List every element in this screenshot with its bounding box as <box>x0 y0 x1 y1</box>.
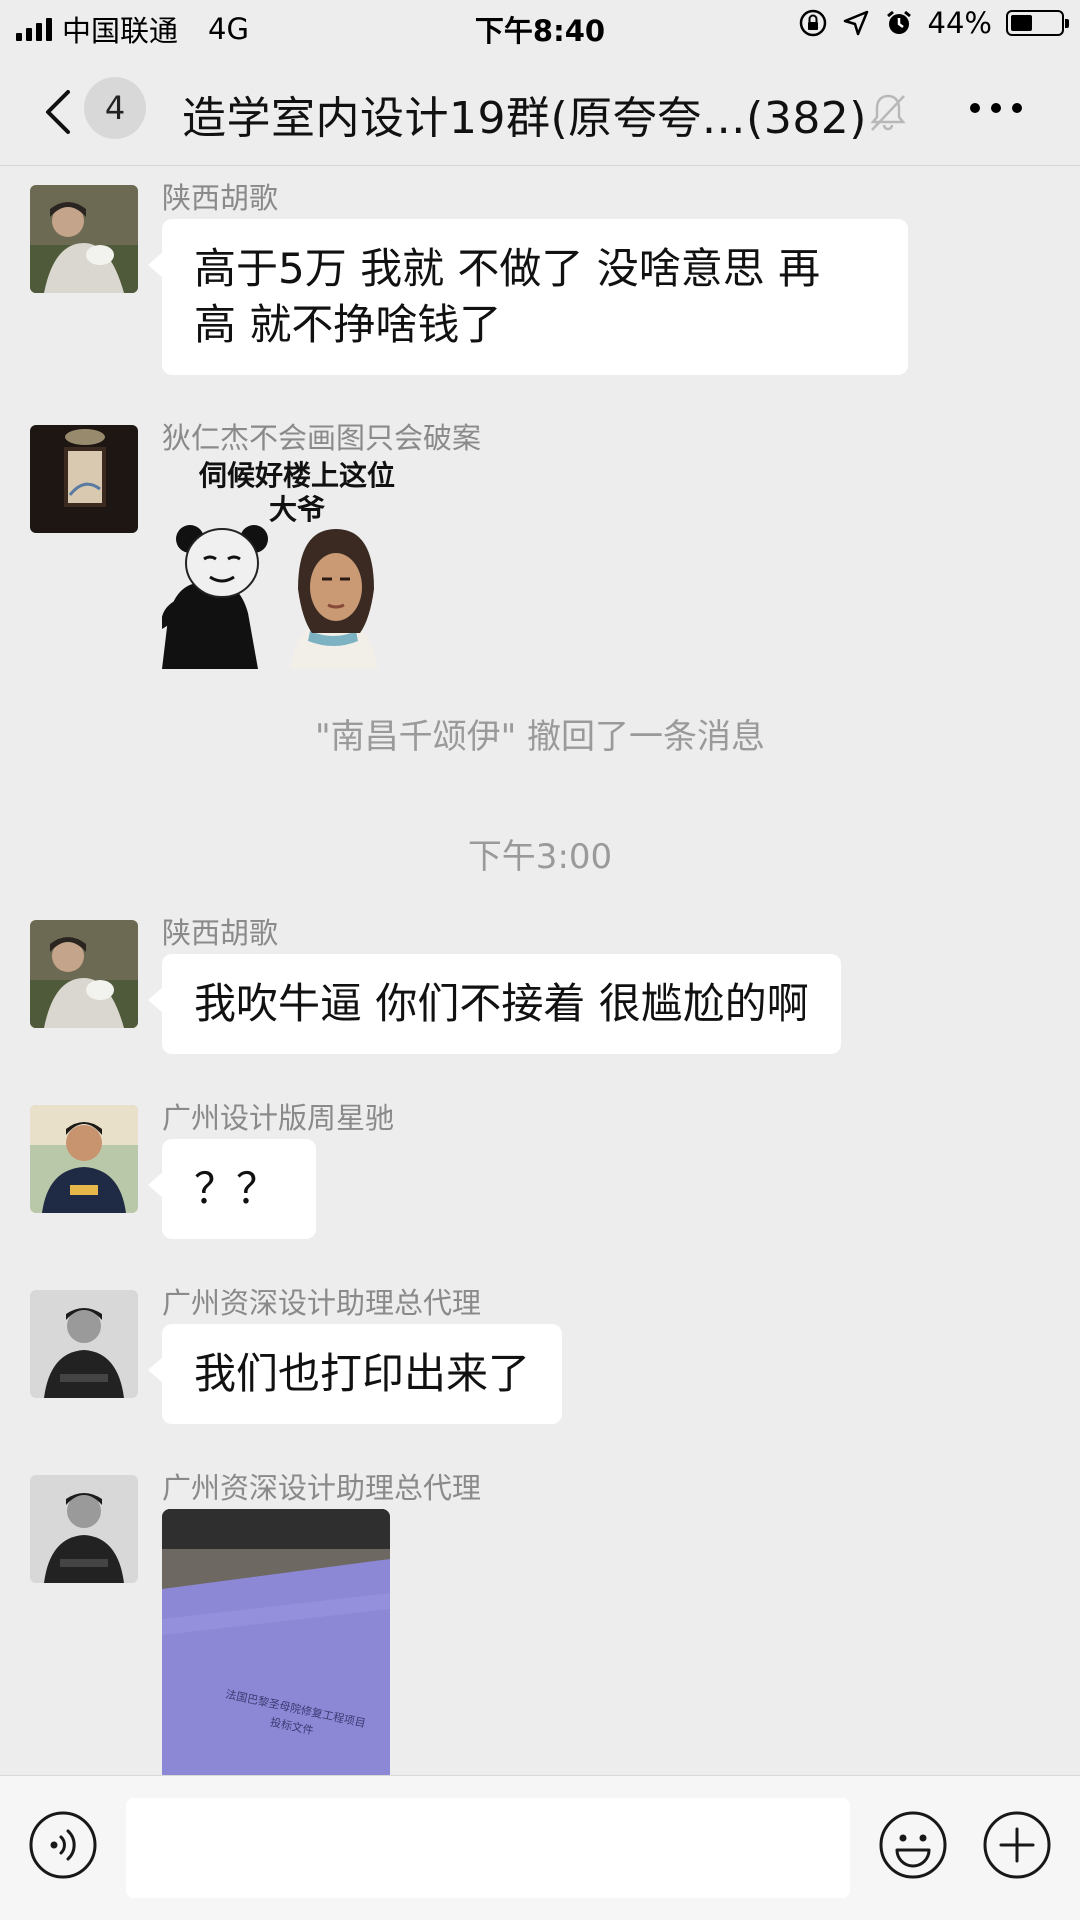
location-arrow-icon <box>843 10 868 36</box>
input-bar <box>0 1775 1080 1920</box>
message-bubble[interactable]: ？？ <box>148 1139 316 1239</box>
sender-name: 广州资深设计助理总代理 <box>162 1471 482 1505</box>
avatar[interactable] <box>30 425 138 533</box>
sender-name: 广州设计版周星驰 <box>162 1101 395 1135</box>
message-text-line: 我们也打印出来了 <box>194 1349 531 1398</box>
battery-icon <box>1006 10 1069 36</box>
status-right: 44% <box>798 6 1069 40</box>
rotation-lock-icon <box>799 9 826 37</box>
avatar[interactable] <box>30 1475 138 1583</box>
message-input[interactable] <box>126 1798 850 1898</box>
avatar[interactable] <box>30 1290 138 1398</box>
message-bubble[interactable]: 我吹牛逼 你们不接着 很尴尬的啊 <box>148 954 841 1054</box>
chat-title: 造学室内设计19群(原夸夸…(382) <box>182 93 866 144</box>
voice-icon[interactable] <box>28 1810 98 1880</box>
battery-percent: 44% <box>927 6 992 40</box>
bell-muted-icon <box>870 94 906 131</box>
timestamp: 下午3:00 <box>467 837 613 877</box>
sender-name: 狄仁杰不会画图只会破案 <box>162 421 482 455</box>
sticker-figures <box>162 525 378 669</box>
status-bar: 中国联通 4G 下午8:40 44% <box>0 0 1080 52</box>
message-text-line: 高 就不挣啥钱了 <box>194 300 502 349</box>
message-bubble[interactable]: 高于5万 我就 不做了 没啥意思 再 高 就不挣啥钱了 <box>148 219 908 375</box>
more-options-button[interactable] <box>970 96 1040 120</box>
emoji-icon[interactable] <box>878 1810 948 1880</box>
avatar[interactable] <box>30 185 138 293</box>
ellipsis-icon <box>970 103 980 113</box>
photo-message[interactable]: 法国巴黎圣母院修复工程项目 投标文件 <box>162 1509 390 1775</box>
alarm-icon <box>886 10 911 34</box>
avatar[interactable] <box>30 1105 138 1213</box>
message-text-line: 高于5万 我就 不做了 没啥意思 再 <box>194 244 821 293</box>
sender-name: 陕西胡歌 <box>162 181 279 215</box>
message-text-line: ？？ <box>194 1164 279 1213</box>
sender-name: 陕西胡歌 <box>162 916 279 950</box>
chevron-left-icon[interactable] <box>30 82 90 142</box>
battery-level <box>1011 15 1033 31</box>
avatar[interactable] <box>30 920 138 1028</box>
message-list[interactable]: 陕西胡歌 高于5万 我就 不做了 没啥意思 再 高 就不挣啥钱了 狄仁杰不会画图… <box>0 167 1080 1775</box>
sticker-image[interactable]: 伺候好楼上这位 大爷 <box>162 459 432 669</box>
plus-icon[interactable] <box>982 1810 1052 1880</box>
sticker-caption-line: 伺候好楼上这位 <box>198 459 395 492</box>
chat-header: 4 造学室内设计19群(原夸夸…(382) <box>0 52 1080 166</box>
message-text-line: 我吹牛逼 你们不接着 很尴尬的啊 <box>194 979 809 1028</box>
message-bubble[interactable]: 我们也打印出来了 <box>147 1324 563 1424</box>
recall-notice: "南昌千颂伊" 撤回了一条消息 <box>314 717 766 757</box>
unread-count-badge[interactable]: 4 <box>84 77 146 139</box>
sender-name: 广州资深设计助理总代理 <box>162 1286 482 1320</box>
